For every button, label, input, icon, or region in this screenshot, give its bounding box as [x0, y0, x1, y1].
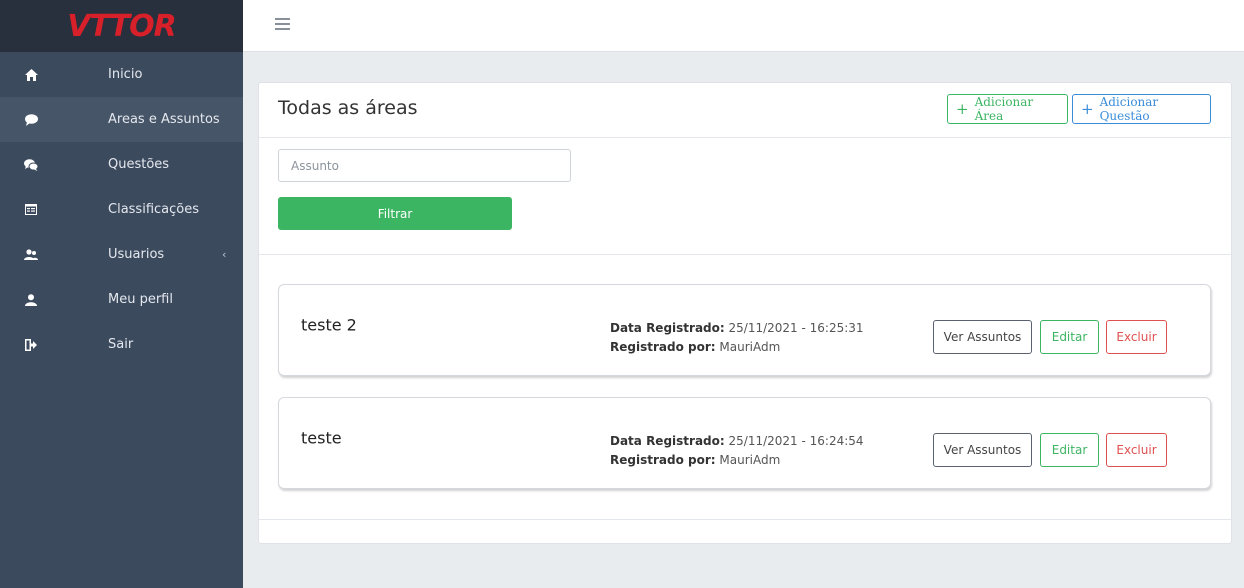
sidebar-item-meu-perfil[interactable]: Meu perfil: [0, 277, 243, 322]
sidebar-item-inicio[interactable]: Inicio: [0, 52, 243, 97]
areas-card: Todas as áreas + Adicionar Área + Adicio…: [258, 82, 1232, 544]
chevron-left-icon: ‹: [222, 248, 227, 261]
subject-search-input[interactable]: [278, 149, 571, 182]
area-row: teste 2 Data Registrado: 25/11/2021 - 16…: [278, 284, 1211, 376]
plus-icon: +: [1081, 100, 1094, 118]
area-name: teste 2: [301, 315, 357, 335]
sign-out-icon: [23, 337, 39, 353]
add-area-button[interactable]: + Adicionar Área: [947, 94, 1068, 124]
sidebar-item-areas[interactable]: Areas e Assuntos: [0, 97, 243, 142]
page-title: Todas as áreas: [278, 97, 418, 119]
sidebar: VTTOR Inicio Areas e Assuntos Questões C…: [0, 0, 243, 588]
home-icon: [23, 67, 39, 83]
view-subjects-button[interactable]: Ver Assuntos: [933, 433, 1032, 467]
delete-button[interactable]: Excluir: [1106, 433, 1167, 467]
divider: [259, 254, 1231, 255]
area-name: teste: [301, 428, 342, 448]
sidebar-item-label: Classificações: [108, 202, 199, 217]
brand-logo[interactable]: VTTOR: [0, 0, 243, 52]
sidebar-item-label: Meu perfil: [108, 292, 173, 307]
user-icon: [23, 292, 39, 308]
area-meta: Data Registrado: 25/11/2021 - 16:24:54 R…: [610, 432, 864, 470]
sidebar-item-questoes[interactable]: Questões: [0, 142, 243, 187]
registered-by-value: MauriAdm: [719, 453, 781, 467]
sidebar-item-label: Questões: [108, 157, 170, 172]
area-row: teste Data Registrado: 25/11/2021 - 16:2…: [278, 397, 1211, 489]
plus-icon: +: [956, 100, 969, 118]
registered-by-value: MauriAdm: [719, 340, 781, 354]
delete-button[interactable]: Excluir: [1106, 320, 1167, 354]
sidebar-item-label: Areas e Assuntos: [108, 112, 220, 127]
comments-icon: [23, 157, 39, 173]
area-meta: Data Registrado: 25/11/2021 - 16:25:31 R…: [610, 319, 864, 357]
sidebar-item-label: Inicio: [108, 67, 143, 82]
registered-by-label: Registrado por:: [610, 340, 716, 354]
comment-icon: [23, 112, 39, 128]
list-card-icon: [23, 202, 39, 218]
date-label: Data Registrado:: [610, 434, 725, 448]
brand-name: VTTOR: [67, 8, 176, 44]
date-value: 25/11/2021 - 16:25:31: [728, 321, 864, 335]
sidebar-item-classificacoes[interactable]: Classificações: [0, 187, 243, 232]
sidebar-item-label: Sair: [108, 337, 134, 352]
add-question-label: Adicionar Questão: [1099, 95, 1159, 123]
menu-toggle-icon[interactable]: [275, 18, 290, 30]
edit-button[interactable]: Editar: [1040, 433, 1099, 467]
registered-by-label: Registrado por:: [610, 453, 716, 467]
sidebar-item-sair[interactable]: Sair: [0, 322, 243, 367]
date-label: Data Registrado:: [610, 321, 725, 335]
edit-button[interactable]: Editar: [1040, 320, 1099, 354]
users-icon: [23, 247, 39, 263]
sidebar-item-label: Usuarios: [108, 247, 165, 262]
date-value: 25/11/2021 - 16:24:54: [728, 434, 864, 448]
top-bar: [243, 0, 1244, 52]
add-question-button[interactable]: + Adicionar Questão: [1072, 94, 1211, 124]
add-area-label: Adicionar Área: [974, 95, 1034, 123]
filter-button[interactable]: Filtrar: [278, 197, 512, 230]
view-subjects-button[interactable]: Ver Assuntos: [933, 320, 1032, 354]
divider: [259, 519, 1231, 520]
sidebar-item-usuarios[interactable]: Usuarios ‹: [0, 232, 243, 277]
card-header: Todas as áreas + Adicionar Área + Adicio…: [259, 83, 1231, 138]
